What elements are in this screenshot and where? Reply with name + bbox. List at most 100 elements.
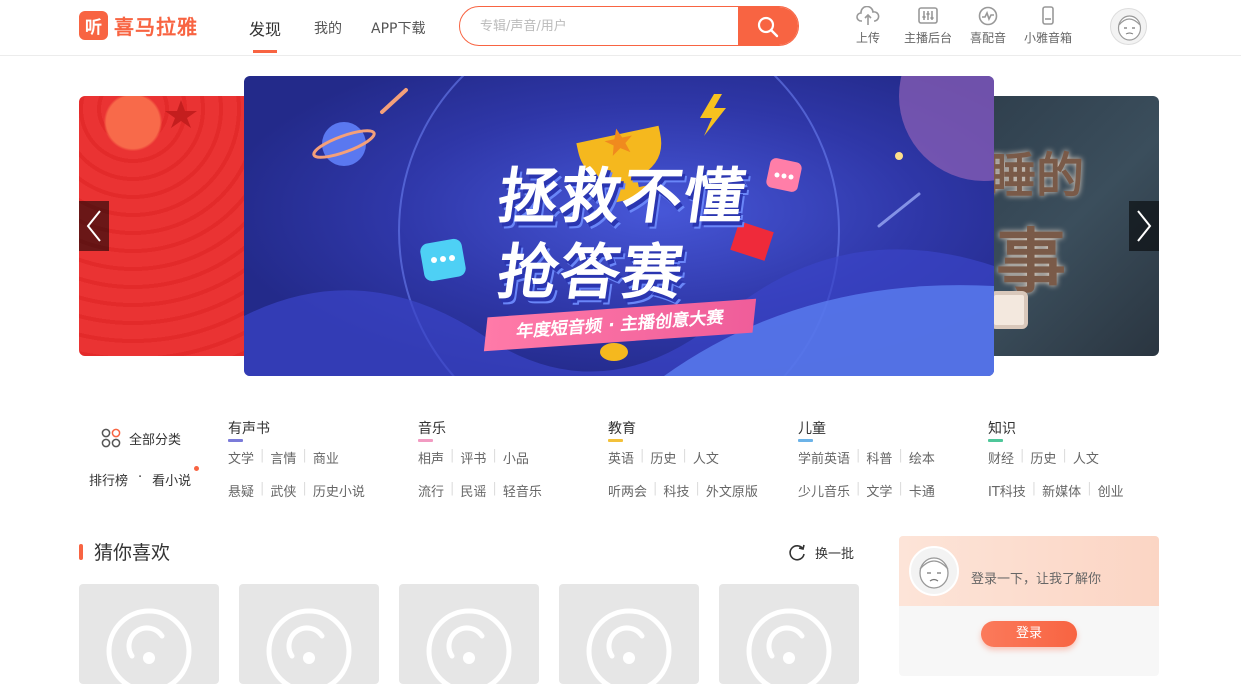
- top-header: 听 喜马拉雅 发现 我的 APP下载 上传: [0, 0, 1241, 56]
- category-link[interactable]: 财经: [988, 448, 1014, 467]
- new-dot-badge: [194, 466, 200, 471]
- category-link[interactable]: 轻音乐: [503, 481, 542, 500]
- nav-mine[interactable]: 我的: [314, 18, 342, 38]
- search-button[interactable]: [738, 7, 798, 45]
- category-group-knowledge: 知识 财经 | 历史 | 人文 IT科技 | 新媒体 | 创业: [988, 418, 1124, 500]
- category-row: 财经 | 历史 | 人文: [988, 448, 1099, 467]
- category-link[interactable]: 少儿音乐: [798, 481, 850, 500]
- album-card[interactable]: [399, 584, 539, 684]
- chevron-right-icon: [1137, 210, 1152, 242]
- xiaoya-speaker-label: 小雅音箱: [1023, 31, 1072, 45]
- category-link[interactable]: 评书: [460, 448, 486, 467]
- all-categories-button[interactable]: 全部分类: [101, 428, 181, 448]
- speaker-icon: [1042, 6, 1054, 25]
- category-row: 文学 | 言情 | 商业: [228, 448, 339, 467]
- refresh-label: 换一批: [815, 546, 855, 562]
- login-prompt: 登录一下，让我了解你: [971, 572, 1102, 587]
- logo-text: 喜马拉雅: [114, 15, 198, 39]
- category-link[interactable]: 人文: [693, 448, 719, 467]
- category-row: 英语 | 历史 | 人文: [608, 448, 719, 467]
- star-icon: [165, 100, 197, 128]
- waveform-icon: [978, 6, 998, 26]
- next-slide-frame: [990, 291, 1028, 329]
- category-link[interactable]: 创业: [1098, 481, 1124, 500]
- category-link[interactable]: 相声: [418, 448, 444, 467]
- read-novel-label: 看小说: [152, 474, 192, 489]
- category-link[interactable]: 历史: [1030, 448, 1056, 467]
- category-link[interactable]: 商业: [313, 448, 339, 467]
- category-link[interactable]: 新媒体: [1042, 481, 1081, 500]
- refresh-batch-button[interactable]: 换一批: [787, 542, 854, 562]
- category-title[interactable]: 教育: [608, 418, 636, 442]
- category-link[interactable]: 文学: [228, 448, 254, 467]
- category-link[interactable]: 言情: [270, 448, 296, 467]
- album-placeholder-icon: [586, 608, 672, 684]
- category-row: IT科技 | 新媒体 | 创业: [988, 481, 1124, 500]
- category-link[interactable]: 外文原版: [706, 481, 758, 500]
- login-panel: 登录一下，让我了解你 登录: [899, 536, 1159, 676]
- read-novel-link[interactable]: 看小说: [152, 466, 200, 489]
- search-input[interactable]: [460, 7, 738, 45]
- category-grid-icon: [101, 428, 121, 448]
- next-slide-text-1: 睡的: [988, 148, 1085, 204]
- album-placeholder-icon: [426, 608, 512, 684]
- xiaoya-speaker-button[interactable]: 小雅音箱: [1018, 6, 1078, 46]
- search-bar: [459, 6, 799, 46]
- category-title[interactable]: 音乐: [418, 418, 446, 442]
- logo-mark: 听: [79, 11, 108, 40]
- carousel-prev-button[interactable]: [79, 201, 109, 251]
- nav-app-download[interactable]: APP下载: [371, 18, 425, 38]
- logo[interactable]: 听 喜马拉雅: [79, 11, 198, 40]
- upload-button[interactable]: 上传: [838, 6, 898, 46]
- category-link[interactable]: 民谣: [460, 481, 486, 500]
- carousel-next-button[interactable]: [1129, 201, 1159, 251]
- category-link[interactable]: 历史小说: [313, 481, 365, 500]
- category-title[interactable]: 儿童: [798, 418, 826, 442]
- main-banner[interactable]: 拯救不懂 抢答赛 年度短音频 · 主播创意大赛: [244, 76, 994, 376]
- album-card[interactable]: [239, 584, 379, 684]
- side-links: 排行榜 · 看小说: [89, 466, 200, 489]
- upload-cloud-icon: [856, 6, 880, 25]
- xi-dubbing-button[interactable]: 喜配音: [958, 6, 1018, 46]
- album-placeholder-icon: [106, 608, 192, 684]
- category-link[interactable]: 流行: [418, 481, 444, 500]
- category-link[interactable]: 听两会: [608, 481, 647, 500]
- album-card[interactable]: [559, 584, 699, 684]
- category-link[interactable]: 绘本: [909, 448, 935, 467]
- album-card[interactable]: [719, 584, 859, 684]
- category-link[interactable]: 人文: [1073, 448, 1099, 467]
- guess-section-title: 猜你喜欢: [94, 542, 171, 564]
- anchor-backend-label: 主播后台: [903, 31, 952, 45]
- category-link[interactable]: 武侠: [270, 481, 296, 500]
- category-link[interactable]: 历史: [650, 448, 676, 467]
- category-title[interactable]: 有声书: [228, 418, 270, 442]
- anchor-backend-button[interactable]: 主播后台: [898, 6, 958, 46]
- album-card[interactable]: [79, 584, 219, 684]
- user-avatar[interactable]: [1110, 8, 1147, 45]
- category-row: 听两会 | 科技 | 外文原版: [608, 481, 758, 500]
- guess-section-header: 猜你喜欢: [79, 538, 170, 565]
- album-placeholder-icon: [266, 608, 352, 684]
- category-link[interactable]: 科普: [866, 448, 892, 467]
- category-title[interactable]: 知识: [988, 418, 1016, 442]
- category-link[interactable]: 卡通: [909, 481, 935, 500]
- category-link[interactable]: 科技: [663, 481, 689, 500]
- banner-headline-2: 抢答赛: [493, 238, 690, 308]
- category-link[interactable]: 小品: [503, 448, 529, 467]
- category-link[interactable]: 学前英语: [798, 448, 850, 467]
- ranking-link[interactable]: 排行榜: [89, 470, 128, 489]
- login-button[interactable]: 登录: [981, 621, 1077, 647]
- category-link[interactable]: 悬疑: [228, 481, 254, 500]
- link-separator: ·: [138, 470, 143, 485]
- category-group-children: 儿童 学前英语 | 科普 | 绘本 少儿音乐 | 文学 | 卡通: [798, 418, 935, 500]
- upload-label: 上传: [855, 31, 880, 45]
- category-group-music: 音乐 相声 | 评书 | 小品 流行 | 民谣 | 轻音乐: [418, 418, 542, 500]
- category-link[interactable]: 英语: [608, 448, 634, 467]
- category-link[interactable]: 文学: [866, 481, 892, 500]
- nav-discover[interactable]: 发现: [249, 16, 281, 40]
- category-group-audiobook: 有声书 文学 | 言情 | 商业 悬疑 | 武侠 | 历史小说: [228, 418, 365, 500]
- category-row: 少儿音乐 | 文学 | 卡通: [798, 481, 935, 500]
- category-link[interactable]: IT科技: [988, 481, 1026, 500]
- category-panel: 全部分类 排行榜 · 看小说 有声书 文学 | 言情 | 商业 悬疑 | 武侠 | 历史…: [79, 410, 1159, 500]
- default-avatar-icon: [1117, 15, 1142, 41]
